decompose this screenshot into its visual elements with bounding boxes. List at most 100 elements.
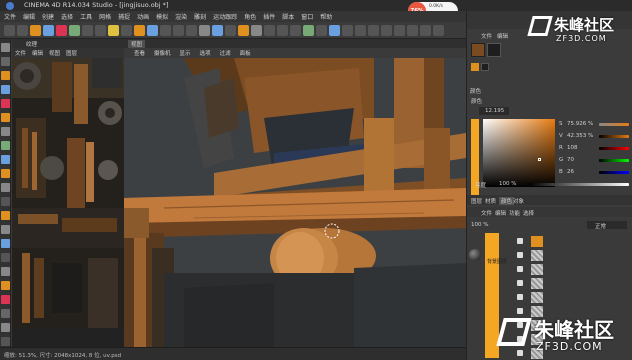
menu-item[interactable]: 编辑 — [23, 12, 35, 21]
brightness-value[interactable]: 100 % — [499, 181, 516, 187]
layer-menu-item[interactable]: 文件 — [481, 209, 492, 217]
panel-tab[interactable]: 图层 — [471, 197, 482, 205]
menu-item[interactable]: 脚本 — [282, 12, 294, 21]
subdivide-icon[interactable] — [199, 25, 210, 36]
layer-menu-item[interactable]: 编辑 — [495, 209, 506, 217]
material-sphere-icon[interactable] — [469, 249, 481, 261]
hsv-slider[interactable] — [599, 171, 629, 174]
color-value-field[interactable]: 12.195 — [479, 107, 509, 115]
panel-tab[interactable]: 材质 — [485, 197, 496, 205]
light-icon[interactable] — [264, 25, 275, 36]
layer-name[interactable]: 背景图层 — [487, 258, 507, 265]
snap-icon[interactable] — [433, 25, 444, 36]
left-tool-icon[interactable] — [1, 113, 10, 122]
scene-icon[interactable] — [238, 25, 249, 36]
layer-thumbnail[interactable] — [531, 236, 543, 247]
left-tool-icon[interactable] — [1, 267, 10, 276]
menu-item[interactable]: 运动跟踪 — [213, 12, 237, 21]
hsv-value[interactable]: 70 — [567, 157, 574, 163]
material-swatch[interactable] — [471, 43, 485, 57]
array-icon[interactable] — [212, 25, 223, 36]
point-icon[interactable] — [394, 25, 405, 36]
viewport-menu-item[interactable]: 查看 — [134, 49, 145, 57]
viewport-menu-item[interactable]: 选项 — [200, 49, 211, 57]
coord-icon[interactable] — [121, 25, 132, 36]
layer-thumbnail[interactable] — [531, 250, 543, 261]
right-tab-file[interactable]: 文件 — [481, 32, 492, 40]
texture-menu-item[interactable]: 文件 — [15, 49, 26, 57]
menu-item[interactable]: 渲染 — [175, 12, 187, 21]
brush-icon[interactable] — [316, 25, 327, 36]
scale-icon[interactable] — [43, 25, 54, 36]
layer-opacity[interactable]: 100 % — [471, 222, 488, 228]
menu-item[interactable]: 动画 — [137, 12, 149, 21]
deform-icon[interactable] — [225, 25, 236, 36]
3d-viewport[interactable]: 视图 查看 摄像机 显示 选项 过滤 面板 — [124, 39, 466, 359]
texture-tab[interactable]: 纹理 — [26, 40, 37, 48]
hsv-slider[interactable] — [599, 147, 629, 150]
menu-item[interactable]: 帮助 — [320, 12, 332, 21]
layer-icon[interactable] — [329, 25, 340, 36]
cube-icon[interactable] — [173, 25, 184, 36]
left-tool-icon[interactable] — [1, 127, 10, 136]
menu-item[interactable]: 文件 — [4, 12, 16, 21]
viewport-menu-item[interactable]: 显示 — [180, 49, 191, 57]
render-icon[interactable] — [147, 25, 158, 36]
left-tool-icon[interactable] — [1, 183, 10, 192]
panel-tab[interactable]: 对象 — [513, 197, 524, 205]
menu-item[interactable]: 窗口 — [301, 12, 313, 21]
swatch-small-1[interactable] — [471, 63, 479, 71]
menu-item[interactable]: 捕捉 — [118, 12, 130, 21]
left-tool-icon[interactable] — [1, 225, 10, 234]
hsv-slider[interactable] — [599, 135, 629, 138]
viewport-tab[interactable]: 视图 — [128, 40, 146, 48]
model-icon[interactable] — [407, 25, 418, 36]
menu-item[interactable]: 角色 — [244, 12, 256, 21]
layer-visibility-icon[interactable] — [517, 252, 523, 258]
menu-item[interactable]: 网格 — [99, 12, 111, 21]
3d-scene-render[interactable] — [124, 58, 466, 354]
right-tab-edit[interactable]: 编辑 — [497, 32, 508, 40]
menu-item[interactable]: 插件 — [263, 12, 275, 21]
paint-icon[interactable] — [303, 25, 314, 36]
hsv-value[interactable]: 42.353 % — [567, 133, 593, 139]
z-axis-icon[interactable] — [108, 25, 119, 36]
viewport-menu-item[interactable]: 面板 — [240, 49, 251, 57]
hsv-value[interactable]: 26 — [567, 169, 574, 175]
left-tool-icon[interactable] — [1, 295, 10, 304]
redo-icon[interactable] — [17, 25, 28, 36]
camera-icon[interactable] — [251, 25, 262, 36]
layer-visibility-icon[interactable] — [517, 238, 523, 244]
hsv-value[interactable]: 75.926 % — [567, 121, 593, 127]
uv-icon[interactable] — [355, 25, 366, 36]
left-tool-icon[interactable] — [1, 57, 10, 66]
layer-thumbnail[interactable] — [531, 292, 543, 303]
polygon-icon[interactable] — [368, 25, 379, 36]
color-mode-select[interactable]: 颜色 — [471, 97, 482, 105]
undo-icon[interactable] — [4, 25, 15, 36]
brightness-slider[interactable] — [529, 183, 629, 186]
viewport-menu-item[interactable]: 过滤 — [220, 49, 231, 57]
blend-mode-select[interactable]: 正常 — [587, 221, 627, 230]
layer-thumbnail[interactable] — [531, 278, 543, 289]
left-tool-icon[interactable] — [1, 281, 10, 290]
grid-icon[interactable] — [290, 25, 301, 36]
left-tool-icon[interactable] — [1, 43, 10, 52]
hsv-value[interactable]: 108 — [567, 145, 578, 151]
left-tool-icon[interactable] — [1, 337, 10, 346]
x-axis-icon[interactable] — [82, 25, 93, 36]
left-tool-icon[interactable] — [1, 197, 10, 206]
move-icon[interactable] — [30, 25, 41, 36]
left-tool-icon[interactable] — [1, 85, 10, 94]
menu-item[interactable]: 模拟 — [156, 12, 168, 21]
panel-tab[interactable]: 颜色 — [499, 197, 515, 205]
left-tool-icon[interactable] — [1, 99, 10, 108]
color-picker-square[interactable] — [483, 119, 555, 187]
menu-item[interactable]: 雕刻 — [194, 12, 206, 21]
menu-item[interactable]: 选择 — [61, 12, 73, 21]
edge-icon[interactable] — [381, 25, 392, 36]
material-swatch-2[interactable] — [487, 43, 501, 57]
left-tool-icon[interactable] — [1, 309, 10, 318]
left-tool-icon[interactable] — [1, 71, 10, 80]
texture-menu-item[interactable]: 编辑 — [32, 49, 43, 57]
